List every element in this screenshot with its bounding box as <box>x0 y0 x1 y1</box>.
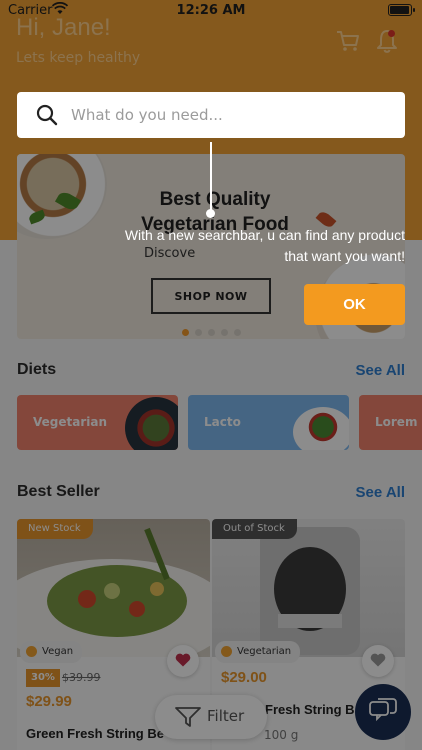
category-chip: Vegan <box>20 641 83 663</box>
discount-badge: 30% <box>26 669 60 687</box>
home-screen: Carrier 12:26 AM Hi, Jane! Lets keep hea… <box>0 0 422 750</box>
product-name: Green Fresh String Be <box>26 726 164 741</box>
favorite-button[interactable] <box>362 645 394 677</box>
chat-icon <box>369 697 397 721</box>
salad-bowl-image <box>125 397 178 450</box>
heart-icon <box>370 653 386 666</box>
coach-mark-pointer <box>210 142 212 210</box>
category-chip: Vegetarian <box>215 641 301 663</box>
best-seller-title: Best Seller <box>17 483 100 500</box>
diets-title: Diets <box>17 361 57 378</box>
heart-icon <box>175 653 191 666</box>
carousel-dot[interactable] <box>221 329 228 336</box>
diets-see-all-link[interactable]: See All <box>356 362 405 379</box>
diet-card-lacto[interactable]: Lacto <box>188 395 349 450</box>
greeting-title: Hi, Jane! <box>16 14 111 41</box>
salad-bowl-image <box>293 407 349 450</box>
carousel-dot[interactable] <box>234 329 241 336</box>
carousel-indicator <box>182 321 247 339</box>
product-price: $29.00 <box>221 669 267 686</box>
carousel-dot[interactable] <box>195 329 202 336</box>
diet-card-lorem[interactable]: Lorem Ip <box>359 395 422 450</box>
salad-image <box>17 527 210 669</box>
carousel-dot[interactable] <box>208 329 215 336</box>
greeting-subtitle: Lets keep healthy <box>16 50 141 66</box>
battery-icon <box>388 4 415 16</box>
search-icon <box>36 104 58 126</box>
filter-label: Filter <box>207 707 245 725</box>
carousel-dot[interactable] <box>182 329 189 336</box>
search-bar[interactable] <box>17 92 405 138</box>
chat-button[interactable] <box>355 684 411 740</box>
cart-icon[interactable] <box>335 28 361 54</box>
favorite-button[interactable] <box>167 645 199 677</box>
ok-button[interactable]: OK <box>304 284 405 325</box>
search-input[interactable] <box>71 102 391 128</box>
product-weight: 100 g <box>264 728 299 742</box>
diet-card-vegetarian[interactable]: Vegetarian <box>17 395 178 450</box>
diet-label: Vegetarian <box>33 415 108 429</box>
best-seller-see-all-link[interactable]: See All <box>356 484 405 501</box>
diet-label: Lorem Ip <box>375 415 422 429</box>
filter-icon <box>175 707 201 727</box>
coach-mark-text: With a new searchbar, u can find any pro… <box>124 227 405 264</box>
shop-now-button[interactable]: SHOP NOW <box>151 278 271 314</box>
diet-label: Lacto <box>204 415 241 429</box>
notification-badge <box>388 30 395 37</box>
product-price: $29.99 <box>26 693 72 710</box>
filter-button[interactable]: Filter <box>155 695 267 739</box>
original-price: $39.99 <box>62 671 101 684</box>
bell-icon[interactable] <box>374 28 400 54</box>
product-image <box>212 519 405 657</box>
beans-package-image <box>260 527 360 655</box>
product-image <box>17 519 210 669</box>
stock-tag: New Stock <box>17 519 93 539</box>
product-name: Fresh String B <box>265 702 355 717</box>
coach-mark-pointer-dot <box>206 209 215 218</box>
stock-tag: Out of Stock <box>212 519 297 539</box>
